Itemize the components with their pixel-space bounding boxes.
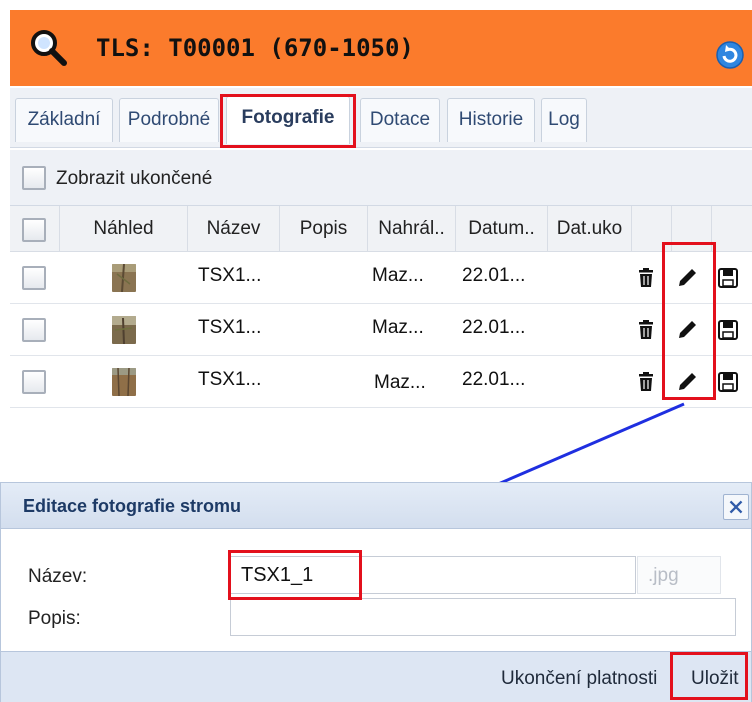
trash-icon[interactable] <box>635 371 657 393</box>
trash-icon[interactable] <box>635 319 657 341</box>
tab-fotografie[interactable]: Fotografie <box>226 96 350 144</box>
save-icon[interactable] <box>717 267 739 289</box>
photo-uploaded-by: Maz... <box>374 372 426 393</box>
dialog-title: Editace fotografie stromu <box>23 496 242 516</box>
row-checkbox[interactable] <box>22 370 46 394</box>
photo-date: 22.01... <box>462 369 526 390</box>
dialog-footer: Ukončení platnosti Uložit <box>1 651 751 702</box>
photo-name: TSX1... <box>198 265 262 286</box>
tab-historie[interactable]: Historie <box>447 98 535 142</box>
photo-date: 22.01... <box>462 265 526 286</box>
end-validity-button[interactable]: Ukončení platnosti <box>501 668 657 690</box>
select-all-checkbox[interactable] <box>22 218 46 242</box>
save-icon[interactable] <box>717 371 739 393</box>
photo-thumbnail[interactable] <box>112 316 136 344</box>
pencil-icon[interactable] <box>676 319 698 341</box>
description-label: Popis: <box>28 608 81 629</box>
column-header-dat-uko[interactable]: Dat.uko <box>548 206 632 252</box>
column-header-nazev[interactable]: Název <box>188 206 280 252</box>
photo-thumbnail[interactable] <box>112 264 136 292</box>
refresh-icon[interactable] <box>715 40 745 70</box>
close-icon[interactable] <box>723 494 749 520</box>
show-ended-checkbox[interactable] <box>22 166 46 190</box>
select-all-cell <box>10 206 60 252</box>
row-checkbox[interactable] <box>22 318 46 342</box>
row-checkbox[interactable] <box>22 266 46 290</box>
name-label: Název: <box>28 566 88 587</box>
column-header-datum[interactable]: Datum.. <box>456 206 548 252</box>
photo-name: TSX1... <box>198 369 262 390</box>
table-row[interactable]: TSX1... Maz... 22.01... <box>10 356 752 408</box>
tab-bar: Základní Podrobné Fotografie Dotace Hist… <box>10 88 752 148</box>
save-button[interactable]: Uložit <box>691 668 739 690</box>
page-title: TLS: T00001 (670-1050) <box>96 34 414 62</box>
column-header-save <box>712 206 752 252</box>
pencil-icon[interactable] <box>676 371 698 393</box>
photo-uploaded-by: Maz... <box>372 317 424 338</box>
show-ended-label: Zobrazit ukončené <box>56 168 213 189</box>
column-header-popis[interactable]: Popis <box>280 206 368 252</box>
tab-podrobne[interactable]: Podrobné <box>119 98 219 142</box>
trash-icon[interactable] <box>635 267 657 289</box>
tab-zakladni[interactable]: Základní <box>15 98 113 142</box>
table-row[interactable]: TSX1... Maz... 22.01... <box>10 304 752 356</box>
pencil-icon[interactable] <box>676 267 698 289</box>
tab-dotace[interactable]: Dotace <box>360 98 440 142</box>
photo-thumbnail[interactable] <box>112 368 136 396</box>
column-header-nahled[interactable]: Náhled <box>60 206 188 252</box>
photo-uploaded-by: Maz... <box>372 265 424 286</box>
title-bar: TLS: T00001 (670-1050) <box>10 10 752 86</box>
grid-header: Náhled Název Popis Nahrál.. Datum.. Dat.… <box>10 206 752 252</box>
file-extension-label: .jpg <box>637 556 721 594</box>
column-header-delete <box>632 206 672 252</box>
name-input[interactable] <box>230 556 636 594</box>
photo-panel: TLS: T00001 (670-1050) Základní Podrobné… <box>10 10 752 408</box>
column-header-nahral[interactable]: Nahrál.. <box>368 206 456 252</box>
description-input[interactable] <box>230 598 736 636</box>
table-row[interactable]: TSX1... Maz... 22.01... <box>10 252 752 304</box>
save-icon[interactable] <box>717 319 739 341</box>
column-header-edit <box>672 206 712 252</box>
search-icon[interactable] <box>28 28 68 68</box>
dialog-title-bar: Editace fotografie stromu <box>1 483 751 529</box>
photo-name: TSX1... <box>198 317 262 338</box>
filter-bar: Zobrazit ukončené <box>10 150 752 206</box>
photo-date: 22.01... <box>462 317 526 338</box>
tab-log[interactable]: Log <box>541 98 587 142</box>
